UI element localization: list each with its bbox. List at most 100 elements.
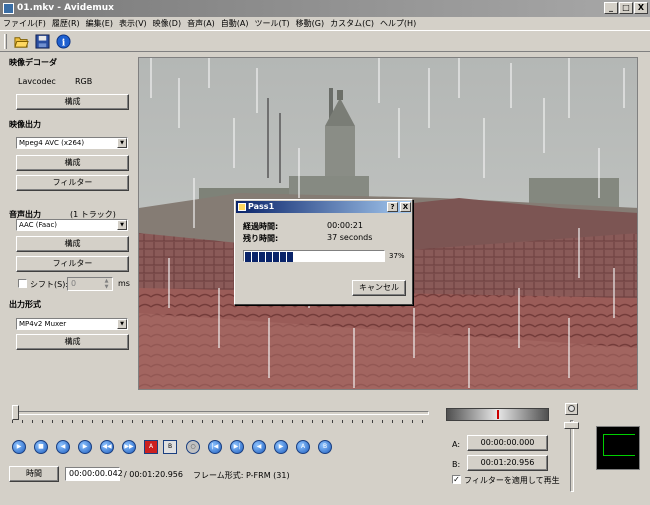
audio-meter-trace-right	[603, 455, 635, 456]
audio-configure-button[interactable]: 構成	[16, 236, 129, 252]
menu-edit[interactable]: 編集(E)	[83, 17, 116, 30]
dialog-title-bar: Pass1 ? X	[236, 201, 411, 213]
stop-icon[interactable]: ■	[34, 440, 48, 454]
audio-codec-value: AAC (Faac)	[19, 221, 58, 229]
dialog-help-button[interactable]: ?	[387, 202, 398, 212]
dialog-title: Pass1	[248, 202, 275, 211]
video-decoder-header: 映像デコーダ	[9, 58, 57, 67]
muxer-select[interactable]: MP4v2 Muxer ▼	[16, 318, 128, 330]
shift-checkbox[interactable]	[18, 279, 27, 288]
time-button[interactable]: 時間	[9, 466, 59, 482]
menu-go[interactable]: 移動(G)	[293, 17, 327, 30]
audio-codec-select[interactable]: AAC (Faac) ▼	[16, 219, 128, 231]
previous-black-icon[interactable]: ○	[186, 440, 200, 454]
shift-unit: ms	[118, 279, 130, 288]
progress-block	[266, 252, 272, 262]
menu-bar: ファイル(F) 履歴(R) 編集(E) 表示(V) 映像(D) 音声(A) 自動(A) ツール…	[0, 17, 650, 30]
video-codec-select[interactable]: Mpeg4 AVC (x264) ▼	[16, 137, 128, 149]
menu-file[interactable]: ファイル(F)	[0, 17, 49, 30]
goto-marker-a-icon[interactable]: A	[296, 440, 310, 454]
info-icon[interactable]: i	[56, 34, 71, 49]
window-title: 01.mkv - Avidemux	[17, 3, 114, 13]
marker-b-label: B:	[452, 460, 461, 469]
jog-marker	[497, 410, 499, 419]
set-marker-a-icon[interactable]: A	[144, 440, 158, 454]
remaining-label: 残り時間:	[243, 234, 279, 243]
minimize-button[interactable]: _	[604, 2, 618, 14]
next-cut-icon[interactable]: ▶	[274, 440, 288, 454]
progress-block	[287, 252, 293, 262]
menu-history[interactable]: 履歴(R)	[49, 17, 83, 30]
audio-meter	[596, 426, 640, 470]
output-format-header: 出力形式	[9, 300, 41, 309]
muxer-value: MP4v2 Muxer	[19, 320, 67, 328]
timeline-ticks	[12, 420, 429, 423]
previous-frame-icon[interactable]: ◀	[56, 440, 70, 454]
cancel-button[interactable]: キャンセル	[352, 280, 406, 296]
encoding-progress-dialog: Pass1 ? X 経過時間: 00:00:21 残り時間: 37 second…	[234, 199, 413, 305]
jog-shuttle[interactable]	[446, 408, 549, 421]
close-button[interactable]: X	[634, 2, 648, 14]
audio-meter-axis	[603, 434, 604, 456]
decoder-codec: Lavcodec	[18, 77, 56, 86]
video-configure-button[interactable]: 構成	[16, 155, 129, 171]
marker-a-label: A:	[452, 440, 461, 449]
open-folder-icon[interactable]	[14, 34, 29, 49]
chevron-down-icon: ▼	[117, 319, 127, 329]
menu-audio[interactable]: 音声(A)	[184, 17, 218, 30]
goto-end-icon[interactable]: ▶|	[230, 440, 244, 454]
decoder-colorspace: RGB	[75, 77, 93, 86]
progress-bar	[243, 250, 385, 262]
progress-block	[273, 252, 279, 262]
timeline-thumb[interactable]	[12, 405, 19, 420]
menu-custom[interactable]: カスタム(C)	[327, 17, 377, 30]
toolbar: i	[0, 30, 650, 52]
format-configure-button[interactable]: 構成	[16, 334, 129, 350]
decoder-configure-button[interactable]: 構成	[16, 94, 129, 110]
elapsed-value: 00:00:21	[327, 221, 363, 230]
shift-spin-arrows[interactable]: ▲ ▼	[101, 278, 112, 290]
menu-help[interactable]: ヘルプ(H)	[377, 17, 419, 30]
menu-auto[interactable]: 自動(A)	[218, 17, 252, 30]
next-frame-icon[interactable]: ▶	[78, 440, 92, 454]
previous-cut-icon[interactable]: ◀	[252, 440, 266, 454]
frame-type: フレーム形式: P-FRM (31)	[193, 471, 290, 480]
back-keyframe-icon[interactable]: ◀◀	[100, 440, 114, 454]
app-icon	[3, 3, 14, 14]
apply-filters-checkbox[interactable]: ✓	[452, 475, 461, 484]
volume-icon[interactable]	[565, 403, 578, 415]
set-marker-b-icon[interactable]: B	[163, 440, 177, 454]
forward-keyframe-icon[interactable]: ▶▶	[122, 440, 136, 454]
video-codec-value: Mpeg4 AVC (x264)	[19, 139, 85, 147]
progress-block	[245, 252, 251, 262]
dialog-app-icon	[238, 203, 246, 211]
marker-b-button[interactable]: 00:01:20.956	[467, 455, 548, 471]
total-time: / 00:01:20.956	[124, 470, 183, 479]
menu-video[interactable]: 映像(D)	[150, 17, 184, 30]
menu-tools[interactable]: ツール(T)	[252, 17, 293, 30]
volume-thumb[interactable]	[564, 422, 579, 429]
chevron-down-icon: ▼	[117, 138, 127, 148]
progress-fill	[245, 252, 383, 262]
toolbar-grip	[4, 34, 7, 49]
marker-a-button[interactable]: 00:00:00.000	[467, 435, 548, 451]
play-icon[interactable]: ▶	[12, 440, 26, 454]
audio-filters-button[interactable]: フィルター	[16, 256, 129, 272]
save-disk-icon[interactable]	[35, 34, 50, 49]
elapsed-label: 経過時間:	[243, 222, 279, 231]
progress-block	[259, 252, 265, 262]
video-filters-button[interactable]: フィルター	[16, 175, 129, 191]
goto-marker-b-icon[interactable]: B	[318, 440, 332, 454]
menu-view[interactable]: 表示(V)	[116, 17, 150, 30]
shift-label: シフト(S):	[30, 280, 69, 289]
current-time-field[interactable]: 00:00:00.042	[65, 467, 123, 481]
progress-block	[280, 252, 286, 262]
title-bar: 01.mkv - Avidemux _ □ X	[0, 0, 650, 17]
maximize-button[interactable]: □	[619, 2, 633, 14]
volume-track[interactable]	[570, 420, 574, 492]
timeline-track[interactable]	[12, 411, 429, 415]
progress-percent: 37%	[389, 252, 405, 260]
dialog-close-button[interactable]: X	[400, 202, 411, 212]
goto-start-icon[interactable]: |◀	[208, 440, 222, 454]
info-glyph: i	[62, 37, 66, 48]
